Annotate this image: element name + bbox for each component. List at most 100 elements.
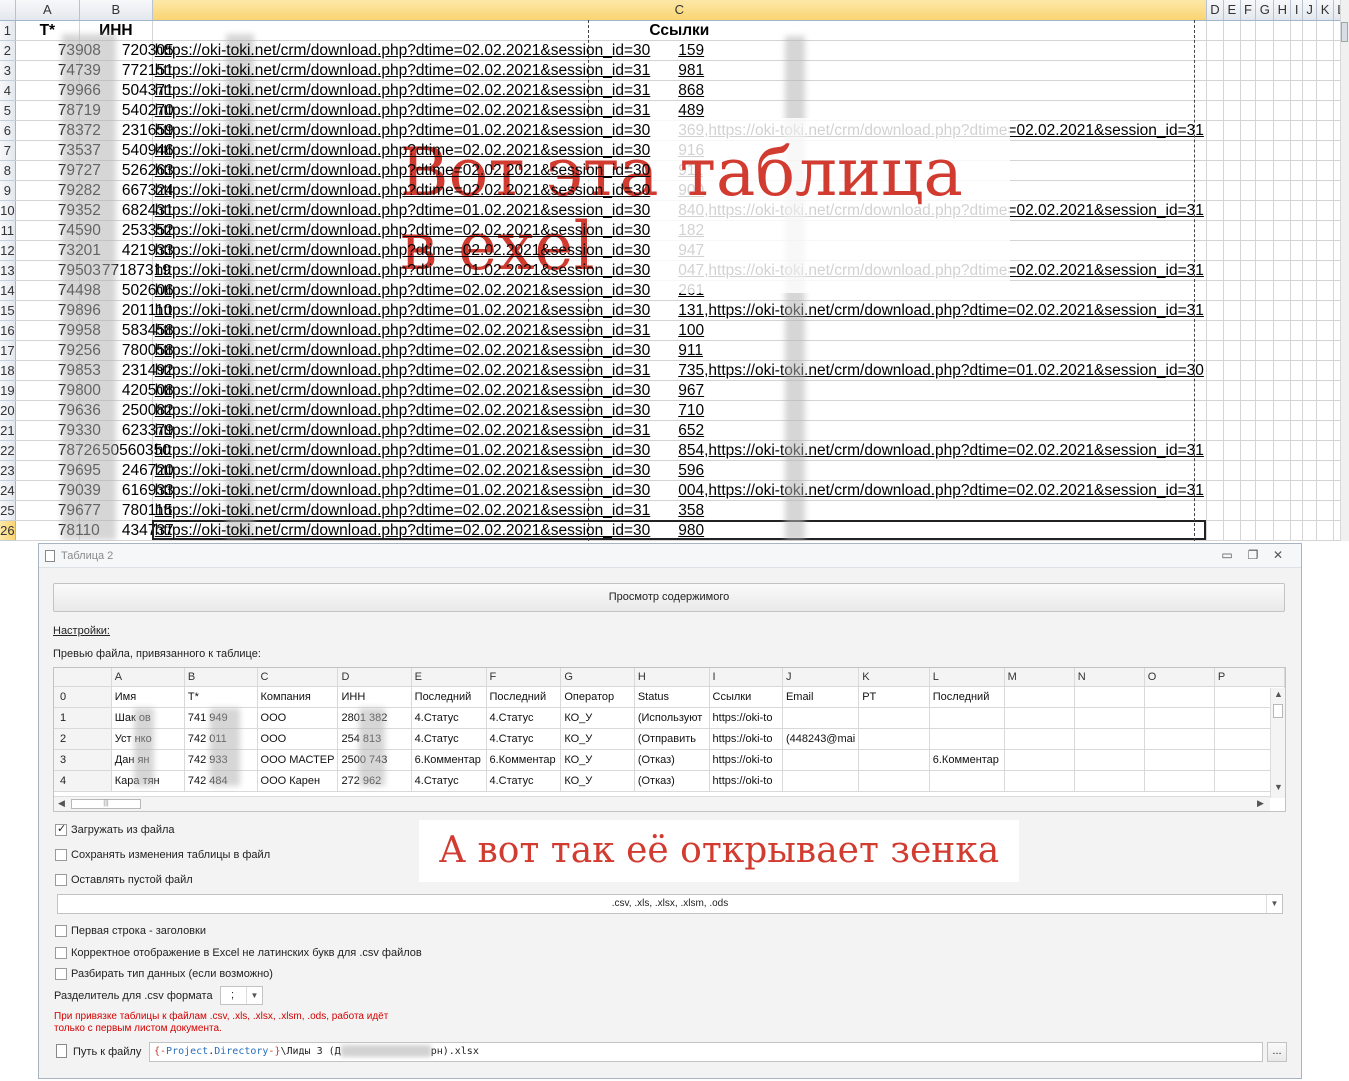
preview-cell[interactable] (782, 707, 860, 729)
cell[interactable] (1223, 440, 1241, 461)
cell[interactable] (1302, 140, 1318, 161)
cell[interactable] (1206, 280, 1225, 301)
cell[interactable] (1316, 300, 1334, 321)
preview-cell[interactable] (1004, 749, 1075, 771)
cell[interactable] (1223, 460, 1241, 481)
cell[interactable] (1290, 380, 1303, 401)
cell[interactable] (1223, 60, 1241, 81)
column-header-j[interactable]: J (1302, 0, 1318, 21)
cell[interactable] (1290, 400, 1303, 421)
cell[interactable] (1223, 500, 1241, 521)
cell[interactable] (1316, 80, 1334, 101)
preview-column-header[interactable]: B (184, 668, 258, 687)
preview-cell[interactable]: (Отправить (634, 728, 710, 750)
cell[interactable] (1290, 500, 1303, 521)
preview-column-header[interactable]: M (1004, 668, 1075, 687)
cell[interactable] (1255, 260, 1275, 281)
preview-cell[interactable] (1074, 728, 1145, 750)
column-header-d[interactable]: D (1206, 0, 1225, 21)
cell[interactable] (1290, 240, 1303, 261)
excel-select-all[interactable] (0, 0, 16, 21)
row-number[interactable]: 18 (0, 360, 16, 381)
cell[interactable] (1316, 40, 1334, 61)
row-number[interactable]: 25 (0, 500, 16, 521)
cell[interactable] (1240, 300, 1257, 321)
cell[interactable] (1316, 240, 1334, 261)
row-number[interactable]: 3 (0, 60, 16, 81)
cell[interactable] (1290, 120, 1303, 141)
cell[interactable] (1240, 100, 1257, 121)
cell[interactable] (1240, 380, 1257, 401)
cell[interactable] (1290, 520, 1303, 541)
cell[interactable] (1290, 300, 1303, 321)
cell[interactable] (1302, 20, 1318, 41)
preview-column-header[interactable]: N (1074, 668, 1145, 687)
preview-cell[interactable]: 4.Статус (486, 770, 562, 792)
preview-row-header[interactable]: 3 (54, 749, 112, 771)
preview-cell[interactable]: Последний (411, 686, 487, 708)
cell[interactable] (1316, 320, 1334, 341)
cell[interactable] (1255, 520, 1275, 541)
row-number[interactable]: 6 (0, 120, 16, 141)
cell[interactable] (1255, 200, 1275, 221)
preview-cell[interactable]: Компания (257, 686, 339, 708)
scrollbar-thumb[interactable] (1341, 22, 1348, 42)
preview-column-header[interactable]: E (411, 668, 487, 687)
preview-cell[interactable]: 4.Статус (411, 728, 487, 750)
preview-column-header[interactable] (54, 668, 112, 687)
preview-horizontal-scrollbar[interactable]: ◀ ||| ▶ (54, 796, 1270, 811)
cell[interactable] (1316, 20, 1334, 41)
row-number[interactable]: 26 (0, 520, 16, 541)
cell[interactable] (1206, 480, 1225, 501)
cell[interactable] (1290, 220, 1303, 241)
preview-cell[interactable]: PT (858, 686, 930, 708)
cell[interactable] (1290, 420, 1303, 441)
cell[interactable] (1240, 340, 1257, 361)
cell[interactable] (1255, 480, 1275, 501)
cell[interactable] (1255, 80, 1275, 101)
cell[interactable] (1273, 300, 1292, 321)
cell[interactable] (1316, 380, 1334, 401)
cell[interactable] (1255, 120, 1275, 141)
preview-cell[interactable] (1004, 728, 1075, 750)
leave-empty-checkbox[interactable] (55, 874, 67, 886)
preview-cell[interactable] (782, 749, 860, 771)
cell[interactable] (1255, 40, 1275, 61)
preview-cell[interactable] (1144, 707, 1215, 729)
cell[interactable] (1273, 240, 1292, 261)
cell[interactable] (1206, 100, 1225, 121)
preview-cell[interactable] (1074, 707, 1145, 729)
cell[interactable] (1316, 260, 1334, 281)
cell[interactable] (1223, 400, 1241, 421)
cell[interactable] (1316, 420, 1334, 441)
cell[interactable] (1223, 180, 1241, 201)
cell[interactable] (1273, 40, 1292, 61)
preview-column-header[interactable]: O (1144, 668, 1215, 687)
cell[interactable] (1223, 120, 1241, 141)
cell[interactable] (1316, 180, 1334, 201)
cell[interactable] (1206, 520, 1225, 541)
cell[interactable] (1240, 20, 1257, 41)
cell[interactable] (1290, 80, 1303, 101)
row-number[interactable]: 21 (0, 420, 16, 441)
cell[interactable] (1290, 40, 1303, 61)
preview-column-header[interactable]: P (1214, 668, 1285, 687)
cell[interactable] (1223, 380, 1241, 401)
cell[interactable] (1302, 440, 1318, 461)
cell-link[interactable]: https://oki-toki.net/crm/download.php?dt… (152, 520, 1207, 541)
cell[interactable] (1255, 400, 1275, 421)
preview-cell[interactable]: 6.Комментар (486, 749, 562, 771)
row-number[interactable]: 15 (0, 300, 16, 321)
preview-row-header[interactable]: 1 (54, 707, 112, 729)
column-header-b[interactable]: B (79, 0, 153, 21)
row-number[interactable]: 22 (0, 440, 16, 461)
row-number[interactable]: 17 (0, 340, 16, 361)
preview-cell[interactable]: ООО (257, 728, 339, 750)
excel-vertical-scrollbar[interactable] (1340, 0, 1349, 541)
cell[interactable] (1290, 20, 1303, 41)
cell[interactable] (1273, 400, 1292, 421)
cell[interactable] (1223, 260, 1241, 281)
preview-cell[interactable]: T* (184, 686, 258, 708)
cell[interactable] (1302, 100, 1318, 121)
preview-cell[interactable]: 4.Статус (411, 707, 487, 729)
